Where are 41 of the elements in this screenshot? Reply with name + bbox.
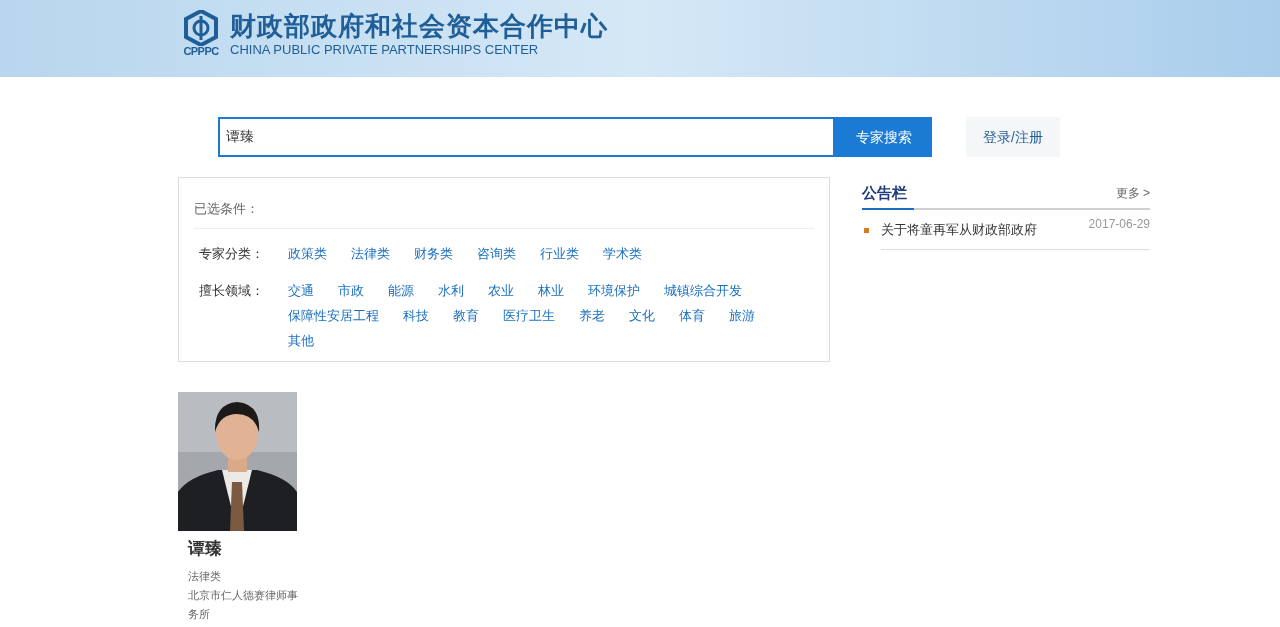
site-title: 财政部政府和社会资本合作中心 <box>230 10 608 42</box>
filter-option-link[interactable]: 法律类 <box>351 241 390 266</box>
site-subtitle: CHINA PUBLIC PRIVATE PARTNERSHIPS CENTER <box>230 42 540 58</box>
filter-option-link[interactable]: 水利 <box>438 278 464 303</box>
filter-option-link[interactable]: 学术类 <box>603 241 642 266</box>
filter-option-link[interactable]: 咨询类 <box>477 241 516 266</box>
filter-option-link[interactable]: 财务类 <box>414 241 453 266</box>
notice-date: 2017-06-29 <box>1088 216 1150 233</box>
filter-option-link[interactable]: 科技 <box>403 303 429 328</box>
filter-option-link[interactable]: 政策类 <box>288 241 327 266</box>
filter-option-link[interactable]: 林业 <box>538 278 564 303</box>
filter-option-link[interactable]: 保障性安居工程 <box>288 303 379 328</box>
filter-option-link[interactable]: 教育 <box>453 303 479 328</box>
filter-option-link[interactable]: 其他 <box>288 328 314 353</box>
filter-label: 擅长领域： <box>198 282 265 300</box>
notice-link[interactable]: 关于将童再军从财政部政府 <box>881 219 1037 240</box>
selected-conditions-label: 已选条件： <box>194 201 259 216</box>
bullet-icon <box>864 227 869 233</box>
filter-option-link[interactable]: 农业 <box>488 278 514 303</box>
expert-name[interactable]: 谭臻 <box>188 537 297 561</box>
more-link[interactable]: 更多 > <box>1115 184 1150 208</box>
filter-option-link[interactable]: 医疗卫生 <box>503 303 555 328</box>
expert-search-button[interactable]: 专家搜索 <box>835 117 932 157</box>
logo-icon <box>184 10 218 46</box>
filter-option-link[interactable]: 行业类 <box>540 241 579 266</box>
login-register-button[interactable]: 登录/注册 <box>966 117 1060 157</box>
expert-organization: 北京市仁人德赛律师事务所 <box>188 588 298 622</box>
filter-option-link[interactable]: 旅游 <box>729 303 755 328</box>
search-field[interactable]: 谭臻 <box>218 117 835 157</box>
notice-board-title: 公告栏 <box>862 181 914 210</box>
logo-abbreviation: CPPPC <box>183 46 219 57</box>
filter-option-link[interactable]: 养老 <box>579 303 605 328</box>
filter-option-link[interactable]: 环境保护 <box>588 278 640 303</box>
filter-option-link[interactable]: 城镇综合开发 <box>664 278 742 303</box>
filter-option-link[interactable]: 文化 <box>629 303 655 328</box>
filter-option-link[interactable]: 交通 <box>288 278 314 303</box>
filter-option-link[interactable]: 市政 <box>338 278 364 303</box>
filter-option-link[interactable]: 体育 <box>679 303 705 328</box>
filter-label: 专家分类： <box>198 245 265 263</box>
expert-category: 法律类 <box>188 569 222 584</box>
filter-option-link[interactable]: 能源 <box>388 278 414 303</box>
